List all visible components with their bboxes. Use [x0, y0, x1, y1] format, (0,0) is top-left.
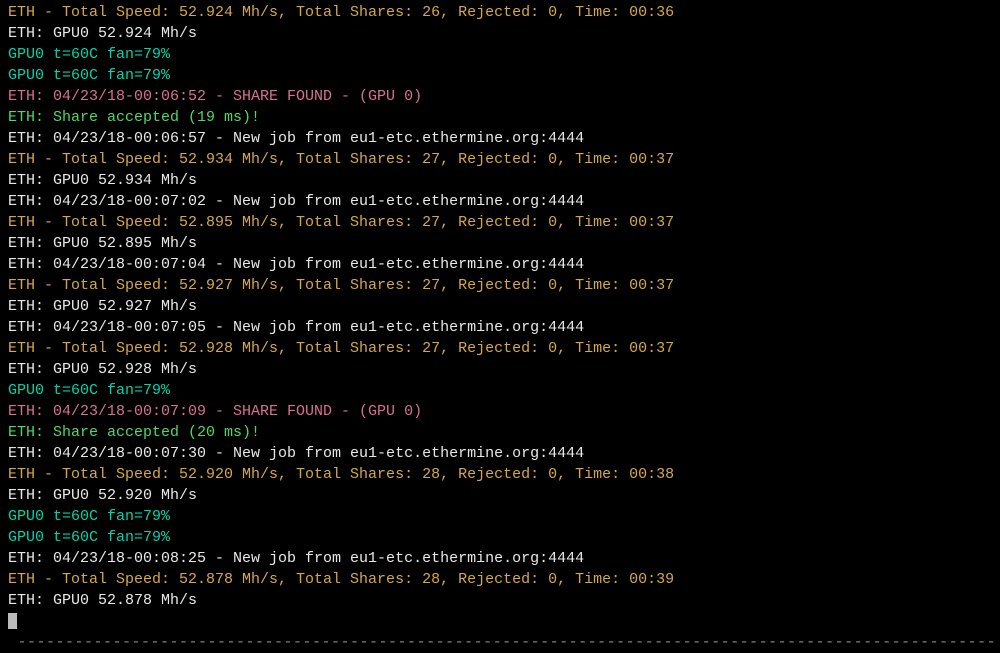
log-line: ETH - Total Speed: 52.927 Mh/s, Total Sh… [8, 275, 992, 296]
log-line: GPU0 t=60C fan=79% [8, 506, 992, 527]
log-line: ETH - Total Speed: 52.934 Mh/s, Total Sh… [8, 149, 992, 170]
separator-line: ----------------------------------------… [8, 632, 992, 653]
log-line: ETH - Total Speed: 52.895 Mh/s, Total Sh… [8, 212, 992, 233]
log-line: ETH: 04/23/18-00:07:30 - New job from eu… [8, 443, 992, 464]
cursor-line [8, 611, 992, 632]
log-line: ETH: 04/23/18-00:06:57 - New job from eu… [8, 128, 992, 149]
log-line: ETH: Share accepted (19 ms)! [8, 107, 992, 128]
log-line: ETH - Total Speed: 52.924 Mh/s, Total Sh… [8, 2, 992, 23]
cursor-icon [8, 613, 17, 629]
log-line: ETH: 04/23/18-00:08:25 - New job from eu… [8, 548, 992, 569]
log-line: ETH: GPU0 52.920 Mh/s [8, 485, 992, 506]
log-line: ETH - Total Speed: 52.928 Mh/s, Total Sh… [8, 338, 992, 359]
log-line: ETH: 04/23/18-00:07:04 - New job from eu… [8, 254, 992, 275]
log-line: ETH - Total Speed: 52.878 Mh/s, Total Sh… [8, 569, 992, 590]
log-line: ETH: 04/23/18-00:07:09 - SHARE FOUND - (… [8, 401, 992, 422]
log-line: ETH: GPU0 52.878 Mh/s [8, 590, 992, 611]
log-line: GPU0 t=60C fan=79% [8, 380, 992, 401]
log-line: GPU0 t=60C fan=79% [8, 65, 992, 86]
log-line: ETH: GPU0 52.924 Mh/s [8, 23, 992, 44]
log-line: ETH: 04/23/18-00:06:52 - SHARE FOUND - (… [8, 86, 992, 107]
terminal-output: ETH - Total Speed: 52.924 Mh/s, Total Sh… [8, 2, 992, 653]
log-line: GPU0 t=60C fan=79% [8, 44, 992, 65]
log-line: ETH: GPU0 52.927 Mh/s [8, 296, 992, 317]
log-line: ETH: GPU0 52.895 Mh/s [8, 233, 992, 254]
log-line: ETH: 04/23/18-00:07:05 - New job from eu… [8, 317, 992, 338]
log-line: ETH: GPU0 52.934 Mh/s [8, 170, 992, 191]
log-line: ETH: Share accepted (20 ms)! [8, 422, 992, 443]
log-line: ETH: GPU0 52.928 Mh/s [8, 359, 992, 380]
log-line: ETH: 04/23/18-00:07:02 - New job from eu… [8, 191, 992, 212]
log-line: ETH - Total Speed: 52.920 Mh/s, Total Sh… [8, 464, 992, 485]
log-line: GPU0 t=60C fan=79% [8, 527, 992, 548]
